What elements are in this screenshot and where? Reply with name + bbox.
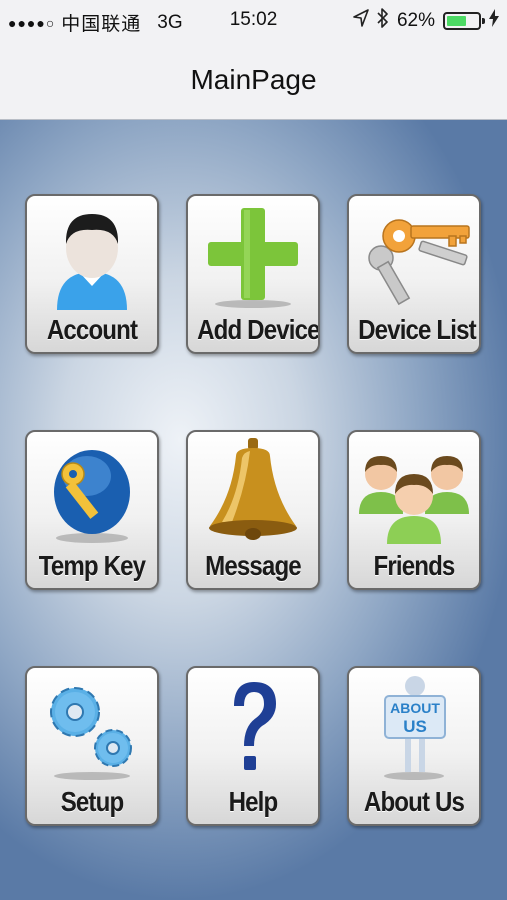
friends-label: Friends bbox=[373, 550, 456, 581]
about-us-label: About Us bbox=[363, 786, 465, 817]
key-globe-icon bbox=[54, 450, 130, 543]
account-label: Account bbox=[46, 314, 138, 345]
about-us-button[interactable]: ABOUT US About Us bbox=[347, 666, 481, 826]
battery-icon bbox=[443, 12, 485, 30]
green-plus-icon bbox=[208, 208, 298, 308]
battery-percent: 62% bbox=[396, 10, 435, 31]
account-button[interactable]: Account bbox=[25, 194, 159, 354]
status-bar: ●●●●○ 中国联通 3G 15:02 62% bbox=[0, 0, 507, 40]
device-list-label: Device List bbox=[358, 314, 477, 345]
about-sign-line1: ABOUT bbox=[390, 700, 440, 716]
friends-group-icon bbox=[359, 456, 469, 544]
battery-fill bbox=[447, 16, 466, 26]
message-label: Message bbox=[205, 550, 302, 581]
gears-icon bbox=[50, 687, 132, 780]
status-right: 62% bbox=[353, 8, 499, 34]
charging-bolt-icon bbox=[489, 9, 499, 33]
device-list-button[interactable]: Device List bbox=[347, 194, 481, 354]
add-device-label: Add Device bbox=[197, 314, 320, 345]
about-sign-line2: US bbox=[403, 717, 427, 736]
bluetooth-icon bbox=[377, 8, 389, 34]
friends-button[interactable]: Friends bbox=[347, 430, 481, 590]
help-button[interactable]: Help bbox=[186, 666, 320, 826]
setup-button[interactable]: Setup bbox=[25, 666, 159, 826]
bell-icon bbox=[209, 438, 297, 540]
about-us-sign-icon: ABOUT US bbox=[384, 676, 446, 780]
location-arrow-icon bbox=[353, 9, 369, 33]
temp-key-button[interactable]: Temp Key bbox=[25, 430, 159, 590]
page-title: MainPage bbox=[190, 64, 317, 95]
question-mark-icon bbox=[234, 682, 276, 770]
add-device-button[interactable]: Add Device bbox=[186, 194, 320, 354]
temp-key-label: Temp Key bbox=[38, 550, 146, 581]
keys-icon bbox=[368, 219, 470, 306]
navigation-bar: MainPage bbox=[0, 40, 507, 120]
help-label: Help bbox=[228, 786, 279, 817]
message-button[interactable]: Message bbox=[186, 430, 320, 590]
account-person-icon bbox=[57, 214, 127, 310]
setup-label: Setup bbox=[60, 786, 124, 817]
main-menu-area: Account Add Device Device List Temp Key … bbox=[0, 120, 507, 900]
